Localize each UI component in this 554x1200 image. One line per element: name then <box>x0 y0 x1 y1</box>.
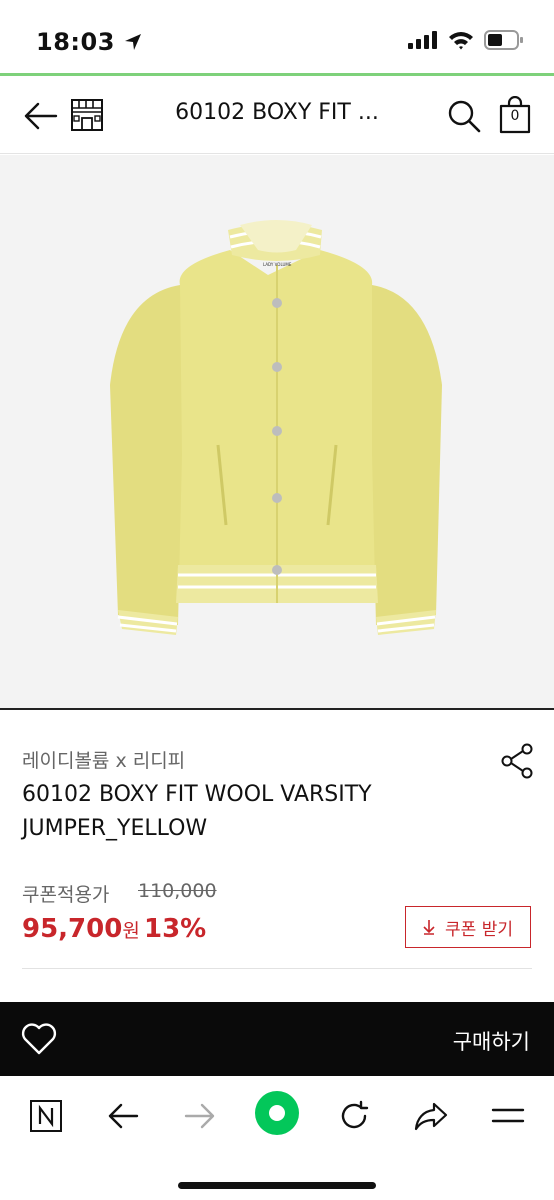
bag-count-badge: 0 <box>510 108 520 124</box>
reload-icon <box>341 1100 369 1129</box>
page-title: 60102 BOXY FIT ... <box>175 100 379 125</box>
home-indicator[interactable] <box>178 1182 376 1189</box>
coupon-price-label: 쿠폰적용가 <box>22 884 110 906</box>
status-bar: 18:03 <box>0 0 554 74</box>
naver-home-button[interactable] <box>26 1096 66 1136</box>
location-arrow-icon <box>124 34 141 50</box>
back-arrow-icon[interactable] <box>20 96 60 136</box>
share-icon[interactable] <box>498 742 536 780</box>
currency-label: 원 <box>122 920 140 942</box>
signal-icon <box>408 31 437 49</box>
reload-button[interactable] <box>334 1096 374 1136</box>
menu-icon <box>491 1108 525 1123</box>
buy-bar: 구매하기 <box>0 1002 554 1076</box>
heart-icon[interactable] <box>20 1020 58 1056</box>
green-dot-button[interactable] <box>254 1090 300 1136</box>
naver-icon <box>30 1100 62 1132</box>
download-arrow-icon <box>423 920 435 935</box>
share-arrow-icon <box>414 1102 448 1131</box>
status-icons <box>408 30 524 50</box>
forward-icon <box>184 1103 215 1129</box>
share-page-button[interactable] <box>411 1096 451 1136</box>
buy-button[interactable]: 구매하기 <box>453 1026 530 1056</box>
get-coupon-label: 쿠폰 받기 <box>445 919 513 940</box>
product-name: 60102 BOXY FIT WOOL VARSITY JUMPER_YELLO… <box>22 782 372 841</box>
back-arrow-icon <box>108 1103 139 1129</box>
jacket-illustration <box>110 220 442 635</box>
product-image[interactable]: LADY VOLUME <box>0 155 554 710</box>
browser-forward-button[interactable] <box>180 1096 220 1136</box>
get-coupon-button[interactable]: 쿠폰 받기 <box>405 906 531 948</box>
menu-button[interactable] <box>488 1096 528 1136</box>
discount-rate: 13% <box>144 914 207 944</box>
jacket-label: LADY VOLUME <box>263 262 292 267</box>
original-price: 110,000 <box>138 880 217 902</box>
status-time: 18:03 <box>36 28 143 56</box>
sale-price-value: 95,700 <box>22 914 123 944</box>
wifi-icon <box>449 32 473 50</box>
store-icon[interactable] <box>70 98 104 132</box>
battery-icon <box>484 30 523 50</box>
search-icon[interactable] <box>446 98 482 134</box>
app-header: 60102 BOXY FIT ... 0 <box>0 76 554 154</box>
green-dot-icon <box>255 1091 299 1135</box>
browser-back-button[interactable] <box>103 1096 143 1136</box>
shopping-bag-button[interactable]: 0 <box>498 96 532 134</box>
divider <box>22 968 532 969</box>
brand-name[interactable]: 레이디볼륨 x 리디피 <box>22 746 185 773</box>
sale-price: 95,700원 <box>22 914 140 944</box>
